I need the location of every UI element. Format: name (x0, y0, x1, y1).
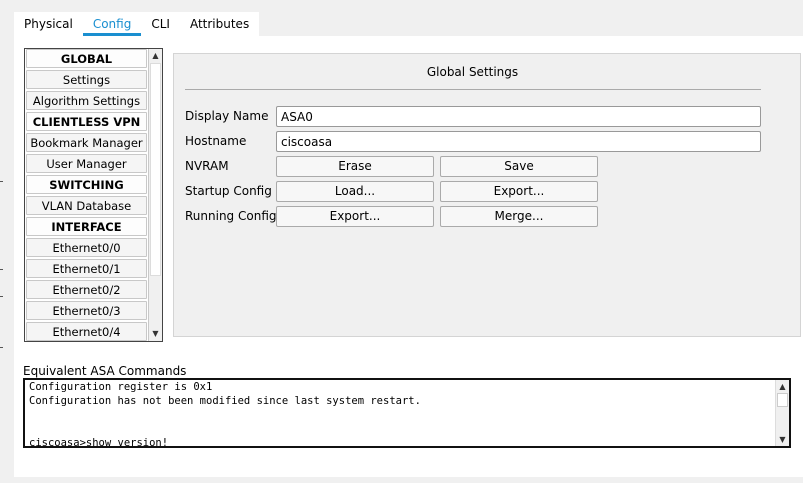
sidebar-header-switching[interactable]: SWITCHING (26, 175, 147, 194)
running-merge-button[interactable]: Merge... (440, 206, 598, 227)
sidebar-scrollbar[interactable]: ▲ ▼ (148, 49, 162, 341)
console-line: Configuration register is 0x1 (29, 381, 213, 393)
startup-export-button[interactable]: Export... (440, 181, 598, 202)
nvram-label: NVRAM (185, 159, 229, 173)
scrollbar-thumb[interactable] (150, 63, 161, 276)
sidebar-header-interface[interactable]: INTERFACE (26, 217, 147, 236)
tab-cli[interactable]: CLI (141, 12, 180, 36)
sidebar-item-bookmark-manager[interactable]: Bookmark Manager (26, 133, 147, 152)
startup-config-label: Startup Config (185, 184, 272, 198)
tab-bar: Physical Config CLI Attributes (14, 12, 260, 36)
sidebar-item-ethernet0-3[interactable]: Ethernet0/3 (26, 301, 147, 320)
window-edge-marks (0, 0, 4, 483)
sidebar-item-ethernet0-0[interactable]: Ethernet0/0 (26, 238, 147, 257)
nvram-erase-button[interactable]: Erase (276, 156, 434, 177)
panel-divider (185, 89, 761, 90)
sidebar-item-vlan-database[interactable]: VLAN Database (26, 196, 147, 215)
scroll-down-icon[interactable]: ▼ (149, 327, 162, 341)
sidebar-list: GLOBAL Settings Algorithm Settings CLIEN… (25, 49, 148, 341)
equivalent-commands-label: Equivalent ASA Commands (23, 364, 187, 378)
global-settings-panel: Global Settings Display Name Hostname NV… (173, 53, 801, 337)
console-line: Configuration has not been modified sinc… (29, 395, 421, 407)
sidebar-item-algorithm-settings[interactable]: Algorithm Settings (26, 91, 147, 110)
tab-config[interactable]: Config (82, 12, 142, 36)
equivalent-commands-console[interactable]: Configuration register is 0x1 Configurat… (23, 378, 791, 448)
hostname-label: Hostname (185, 134, 247, 148)
hostname-field[interactable] (276, 131, 761, 152)
panel-title: Global Settings (426, 65, 519, 79)
running-export-button[interactable]: Export... (276, 206, 434, 227)
config-content: GLOBAL Settings Algorithm Settings CLIEN… (14, 36, 803, 477)
sidebar-header-clientless-vpn[interactable]: CLIENTLESS VPN (26, 112, 147, 131)
running-config-label: Running Config (185, 209, 277, 223)
scroll-up-icon[interactable]: ▲ (776, 380, 789, 393)
sidebar-item-user-manager[interactable]: User Manager (26, 154, 147, 173)
tab-physical[interactable]: Physical (14, 12, 83, 36)
config-sidebar: GLOBAL Settings Algorithm Settings CLIEN… (24, 48, 163, 342)
display-name-field[interactable] (276, 106, 761, 127)
display-name-label: Display Name (185, 109, 269, 123)
console-output: Configuration register is 0x1 Configurat… (29, 380, 421, 448)
sidebar-item-ethernet0-1[interactable]: Ethernet0/1 (26, 259, 147, 278)
console-line: ciscoasa>show version! (29, 437, 169, 448)
scroll-up-icon[interactable]: ▲ (149, 49, 162, 63)
scroll-down-icon[interactable]: ▼ (776, 433, 789, 446)
sidebar-header-global[interactable]: GLOBAL (26, 49, 147, 68)
sidebar-item-settings[interactable]: Settings (26, 70, 147, 89)
tab-attributes[interactable]: Attributes (179, 12, 260, 36)
sidebar-item-ethernet0-2[interactable]: Ethernet0/2 (26, 280, 147, 299)
sidebar-item-ethernet0-4[interactable]: Ethernet0/4 (26, 322, 147, 341)
console-scrollbar[interactable]: ▲ ▼ (775, 380, 789, 446)
scrollbar-thumb[interactable] (777, 393, 788, 407)
startup-load-button[interactable]: Load... (276, 181, 434, 202)
nvram-save-button[interactable]: Save (440, 156, 598, 177)
